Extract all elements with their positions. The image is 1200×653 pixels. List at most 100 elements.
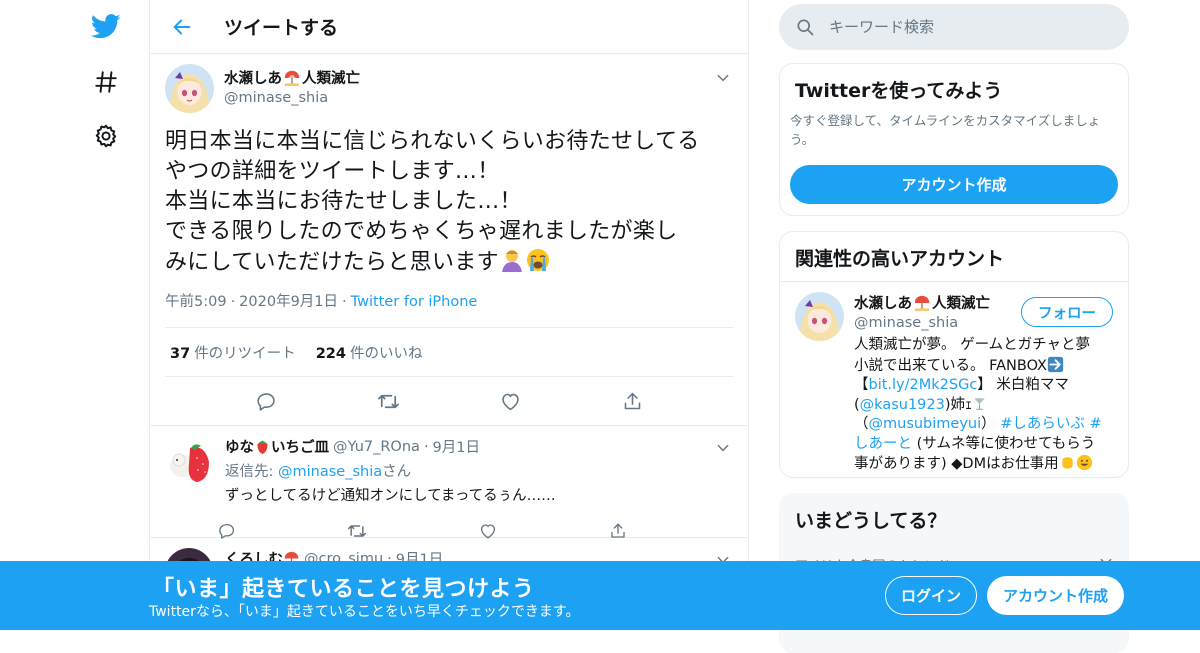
- separator-dot: ·: [423, 438, 429, 455]
- banner-subtitle: Twitterなら、「いま」起きていることをいち早くチェックできます。: [149, 604, 580, 620]
- loudly-crying-face-emoji-icon: [526, 249, 549, 271]
- twitter-bird-icon: [91, 14, 121, 39]
- reply-body: ゆな いちご皿 @Yu7_ROna · 9月1日 返信先: @minase_sh…: [218, 436, 733, 549]
- tweet-date[interactable]: 2020年9月1日: [239, 294, 338, 310]
- share-icon: [624, 392, 640, 409]
- bio-text: ）: [981, 416, 1001, 432]
- avatar[interactable]: [165, 436, 213, 484]
- explore-button[interactable]: [88, 64, 124, 100]
- author-meta: 水瀬しあ 人類滅亡 @minase_shia: [224, 67, 360, 106]
- back-button[interactable]: [162, 7, 202, 47]
- back-arrow-icon: [173, 19, 191, 34]
- reply-button[interactable]: [248, 383, 284, 419]
- main-tweet: 水瀬しあ 人類滅亡 @minase_shia 明日本当に本当に信じられないくらい…: [150, 54, 748, 426]
- author-name[interactable]: 水瀬しあ 人類滅亡: [224, 67, 360, 88]
- retweet-count-label: 件のリツイート: [194, 345, 296, 362]
- bio-mention-link[interactable]: @musubimeyui: [869, 416, 982, 432]
- bio-link[interactable]: bit.ly/2Mk2SGc: [869, 377, 978, 393]
- like-count[interactable]: 224 件のいいね: [316, 342, 423, 363]
- related-accounts-card: 関連性の高いアカウント フォロー 水瀬しあ 人類滅亡 @minase_shia …: [779, 231, 1129, 478]
- tweet-source-link[interactable]: Twitter for iPhone: [351, 294, 478, 310]
- bio-text: )姉ｪ: [944, 396, 973, 413]
- person-bowing-emoji-icon: [501, 250, 522, 272]
- avatar[interactable]: [795, 292, 844, 341]
- bio-mention-link[interactable]: @kasu1923: [860, 397, 945, 413]
- reply-menu-button[interactable]: [713, 438, 733, 458]
- reply-author-name-suffix[interactable]: いちご皿: [271, 436, 329, 457]
- reply-icon: [256, 392, 275, 411]
- related-account: フォロー 水瀬しあ 人類滅亡 @minase_shia 人類滅亡が夢。 ゲームと…: [780, 282, 1128, 475]
- tweet-stats: 37 件のリツイート 224 件のいいね: [165, 327, 733, 377]
- settings-button[interactable]: [88, 118, 124, 154]
- tweet-line: やつの詳細をツイートします…！: [165, 159, 500, 184]
- retweet-button[interactable]: [370, 383, 406, 419]
- tweet-time[interactable]: 午前5:09: [165, 294, 227, 310]
- retweet-count-number: 37: [170, 345, 191, 362]
- tweet-line-text: みにしていただけたらと思います: [165, 250, 499, 275]
- author-handle[interactable]: @minase_shia: [224, 90, 360, 106]
- related-name-text: 水瀬しあ: [854, 296, 912, 312]
- share-button[interactable]: [614, 383, 650, 419]
- tweet-line-last: みにしていただけたらと思います: [165, 247, 733, 278]
- tweet-line: 明日本当に本当に信じられないくらいお待たせしてる: [165, 129, 700, 154]
- arrow-right-emoji-icon: [1047, 356, 1064, 372]
- related-accounts-title: 関連性の高いアカウント: [780, 232, 1128, 282]
- reply-to-suffix: さん: [382, 464, 412, 480]
- tweet-line: 本当に本当にお待たせしました…！: [165, 189, 522, 214]
- reply-tweet[interactable]: ゆな いちご皿 @Yu7_ROna · 9月1日 返信先: @minase_sh…: [150, 426, 748, 539]
- signup-card: Twitterを使ってみよう 今すぐ登録して、タイムラインをカスタマイズしましょ…: [779, 63, 1129, 216]
- reply-to-label: 返信先:: [225, 464, 274, 480]
- reply-date[interactable]: 9月1日: [433, 436, 480, 457]
- signup-card-title: Twitterを使ってみよう: [795, 80, 1003, 102]
- tweet-author: 水瀬しあ 人類滅亡 @minase_shia: [165, 64, 733, 113]
- tweet-line: できる限りしたのでめちゃくちゃ遅れましたが楽し: [165, 219, 678, 244]
- search-input[interactable]: [829, 18, 1109, 36]
- grinning-face-emoji-icon: [1076, 454, 1092, 471]
- reply-author-name[interactable]: ゆな: [225, 436, 254, 457]
- like-count-number: 224: [315, 345, 346, 362]
- like-count-label: 件のいいね: [349, 345, 423, 362]
- banner-create-account-button[interactable]: アカウント作成: [987, 576, 1124, 615]
- signup-card-description: 今すぐ登録して、タイムラインをカスタマイズしましょう。: [790, 113, 1101, 147]
- signup-banner: 「いま」起きていることを見つけよう Twitterなら、「いま」起きていることを…: [0, 561, 1200, 630]
- login-button[interactable]: ログイン: [885, 576, 977, 615]
- search-bar[interactable]: [779, 4, 1129, 50]
- tweet-menu-button[interactable]: [713, 68, 733, 88]
- reply-to: 返信先: @minase_shiaさん: [225, 460, 733, 481]
- cocktail-emoji-icon: [974, 397, 986, 410]
- like-icon: [501, 393, 519, 410]
- trends-title: いまどうしてる？: [795, 510, 947, 532]
- separator-dot: ·: [230, 294, 236, 310]
- hashtag-icon: [95, 71, 117, 93]
- chevron-down-icon: [717, 74, 729, 82]
- follow-button[interactable]: フォロー: [1021, 297, 1113, 327]
- bio-text: 【: [854, 377, 869, 393]
- beach-umbrella-icon: [914, 295, 930, 311]
- top-bar: ツイートする: [150, 0, 748, 54]
- avatar[interactable]: [165, 64, 214, 113]
- like-button[interactable]: [492, 383, 528, 419]
- reply-header: ゆな いちご皿 @Yu7_ROna · 9月1日: [225, 436, 733, 457]
- author-name-text: 水瀬しあ: [224, 71, 282, 87]
- bio-text: （: [854, 416, 869, 432]
- tweet-meta: 午前5:09 · 2020年9月1日 · Twitter for iPhone: [165, 290, 733, 314]
- separator-dot: ·: [342, 294, 347, 310]
- banner-title: 「いま」起きていることを見つけよう: [152, 577, 535, 602]
- tweet-text: 明日本当に本当に信じられないくらいお待たせしてる やつの詳細をツイートします…！…: [165, 127, 733, 278]
- author-name-suffix: 人類滅亡: [302, 71, 360, 87]
- fist-emoji-icon: [1061, 457, 1073, 469]
- page-title: ツイートする: [224, 17, 339, 39]
- gear-icon: [95, 124, 117, 148]
- reply-text: ずっとしてるけど通知オンにしてまってるぅん……: [225, 488, 556, 504]
- create-account-button[interactable]: アカウント作成: [790, 165, 1118, 204]
- search-icon: [797, 19, 814, 36]
- related-account-bio: 人類滅亡が夢。 ゲームとガチャと夢小説で出来ている。 FANBOX 【bit.ly…: [854, 336, 1104, 475]
- tweet-column: ツイートする 水瀬しあ 人類滅亡 @minase_shia 明日本当に本当に信じ…: [149, 0, 749, 630]
- reply-to-link[interactable]: @minase_shia: [278, 464, 382, 480]
- reply-author-handle[interactable]: @Yu7_ROna: [333, 439, 420, 455]
- retweet-count[interactable]: 37 件のリツイート: [170, 342, 296, 363]
- chevron-down-icon: [717, 444, 729, 452]
- beach-umbrella-icon: [284, 70, 300, 86]
- related-name-suffix: 人類滅亡: [932, 296, 990, 312]
- twitter-logo-button[interactable]: [88, 8, 124, 44]
